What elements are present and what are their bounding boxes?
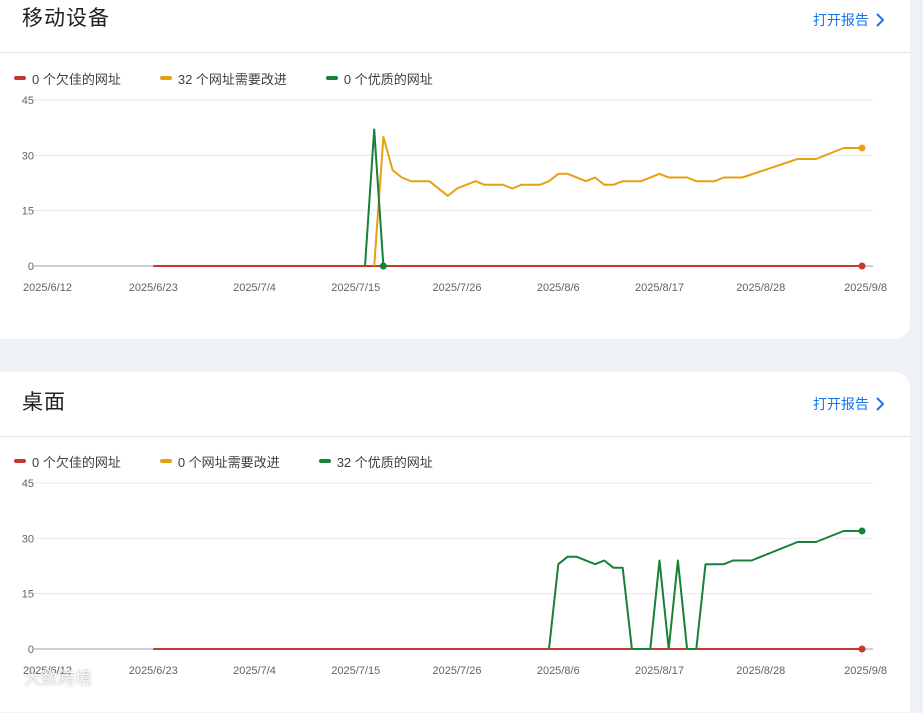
legend-item-needs-improvement[interactable]: 32 个网址需要改进 <box>159 69 287 88</box>
legend-item-poor[interactable]: 0 个欠佳的网址 <box>14 452 121 471</box>
legend-item-good[interactable]: 32 个优质的网址 <box>318 452 433 471</box>
x-tick-label: 2025/9/8 <box>844 665 887 677</box>
open-report-link-desktop[interactable]: 打开报告 <box>813 394 884 414</box>
x-tick-label: 2025/8/6 <box>537 282 580 294</box>
mobile-report-card: 移动设备 打开报告 0 个欠佳的网址 32 个网址需要改进 0 个优质的网址 0… <box>0 0 910 339</box>
series-endpoint-2 <box>858 527 866 535</box>
y-tick-label: 0 <box>28 644 34 656</box>
x-tick-label: 2025/8/28 <box>736 282 785 294</box>
card-title-mobile: 移动设备 <box>22 7 110 30</box>
x-tick-label: 2025/7/15 <box>331 282 380 294</box>
legend-label-needs-improvement: 0 个网址需要改进 <box>177 454 280 470</box>
series-endpoint-1 <box>858 144 866 152</box>
legend-swatch-good <box>318 459 331 463</box>
series-endpoint-0 <box>858 262 866 270</box>
y-tick-label: 45 <box>22 95 34 107</box>
chart-legend-desktop: 0 个欠佳的网址 0 个网址需要改进 32 个优质的网址 <box>14 451 472 471</box>
card-header: 移动设备 打开报告 <box>0 0 910 53</box>
series-line-2 <box>548 530 862 650</box>
x-tick-label: 2025/7/15 <box>331 665 380 677</box>
legend-label-poor: 0 个欠佳的网址 <box>32 71 121 87</box>
mobile-url-chart: 0 15 30 45 2025/6/12 2025/6/23 2025/7/4 2025/7/… <box>22 95 887 294</box>
legend-item-needs-improvement[interactable]: 0 个网址需要改进 <box>159 452 280 471</box>
x-tick-label: 2025/8/17 <box>635 282 684 294</box>
legend-swatch-poor <box>14 76 26 80</box>
legend-item-poor[interactable]: 0 个欠佳的网址 <box>14 69 121 88</box>
legend-swatch-poor <box>14 459 26 463</box>
y-tick-label: 15 <box>22 206 34 218</box>
desktop-url-chart: 01530452025/6/12 2025/6/23 2025/7/4 2025/7/… <box>22 478 887 677</box>
x-tick-label: 2025/7/26 <box>433 665 482 677</box>
open-report-label: 打开报告 <box>813 396 869 412</box>
card-header: 桌面 打开报告 <box>0 372 910 437</box>
chevron-right-icon <box>876 397 884 411</box>
chevron-right-icon <box>876 13 884 27</box>
x-tick-label: 2025/7/26 <box>433 282 482 294</box>
x-tick-label: 2025/9/8 <box>844 282 887 294</box>
y-tick-label: 45 <box>22 478 34 490</box>
x-tick-label: 2025/8/6 <box>537 665 580 677</box>
watermark-logo-icon <box>5 669 19 684</box>
x-tick-label: 2025/6/23 <box>129 282 178 294</box>
open-report-label: 打开报告 <box>813 12 869 28</box>
legend-item-good[interactable]: 0 个优质的网址 <box>325 69 433 88</box>
legend-label-poor: 0 个欠佳的网址 <box>32 454 121 470</box>
watermark: 大数跨境 <box>4 664 92 689</box>
series-line-1 <box>373 135 862 267</box>
y-tick-label: 15 <box>22 589 34 601</box>
x-tick-label: 2025/8/17 <box>635 665 684 677</box>
series-line-2 <box>364 128 385 267</box>
desktop-report-card: 桌面 打开报告 0 个欠佳的网址 0 个网址需要改进 32 个优质的网址 0 15… <box>0 372 910 712</box>
chart-legend-mobile: 0 个欠佳的网址 32 个网址需要改进 0 个优质的网址 <box>14 68 472 88</box>
card-title-desktop: 桌面 <box>22 391 66 414</box>
series-endpoint-2 <box>379 262 387 270</box>
x-tick-label: 2025/7/4 <box>233 282 276 294</box>
y-tick-label: 30 <box>22 150 34 162</box>
legend-swatch-needs-improvement <box>159 76 172 80</box>
x-tick-label: 2025/6/12 <box>23 282 72 294</box>
x-tick-label: 2025/7/4 <box>233 665 276 677</box>
legend-label-needs-improvement: 32 个网址需要改进 <box>177 71 287 87</box>
legend-label-good: 0 个优质的网址 <box>343 71 433 87</box>
legend-label-good: 32 个优质的网址 <box>336 454 433 470</box>
open-report-link-mobile[interactable]: 打开报告 <box>813 10 884 30</box>
y-tick-label: 30 <box>22 533 34 545</box>
y-tick-label: 0 <box>28 261 34 273</box>
watermark-text: 大数跨境 <box>24 669 92 688</box>
legend-swatch-needs-improvement <box>159 459 172 463</box>
legend-swatch-good <box>325 76 338 80</box>
x-tick-label: 2025/8/28 <box>736 665 785 677</box>
series-endpoint-0 <box>858 645 866 653</box>
x-tick-label: 2025/6/23 <box>129 665 178 677</box>
